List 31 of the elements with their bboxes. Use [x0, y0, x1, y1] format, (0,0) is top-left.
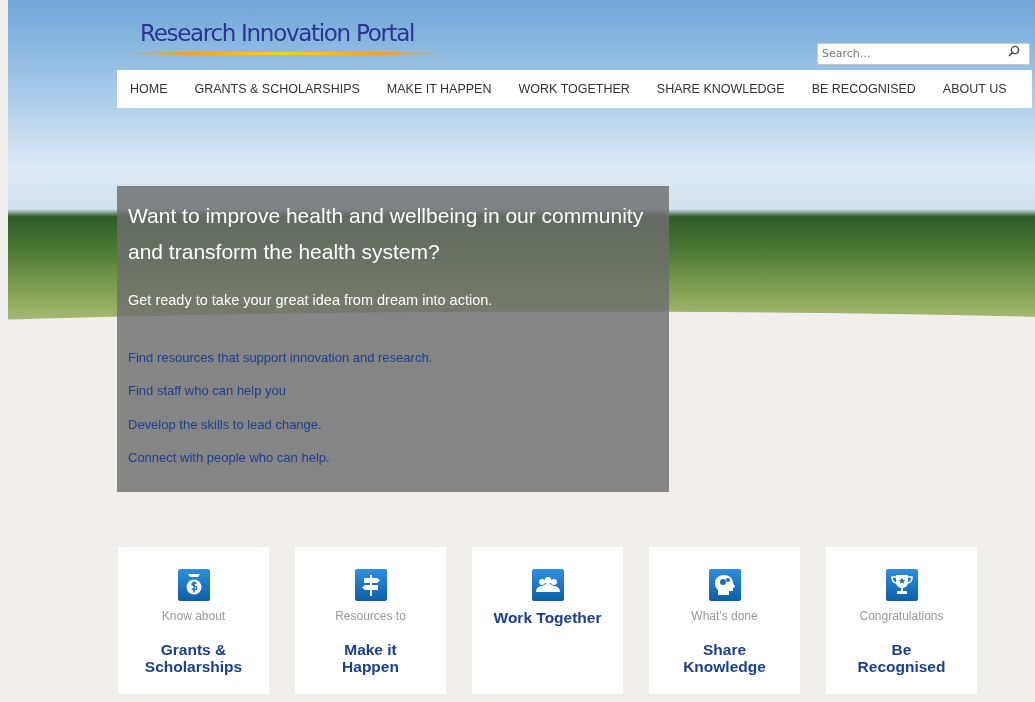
tile-card[interactable]: Know about Grants & Scholarships: [118, 547, 269, 694]
trophy-icon: [885, 569, 918, 601]
nav-link[interactable]: WORK TOGETHER: [518, 79, 630, 99]
people-icon: [531, 569, 564, 601]
tile-title: Be Recognised: [856, 641, 947, 675]
tile-card[interactable]: What's done Share Knowledge: [649, 547, 800, 694]
tile-title: Make it Happen: [341, 641, 400, 675]
nav-link[interactable]: GRANTS & SCHOLARSHIPS: [194, 79, 360, 99]
tile-caption: Resources to: [335, 608, 406, 625]
tile-title: Work Together: [492, 609, 603, 626]
nav-link[interactable]: ABOUT US: [942, 79, 1007, 99]
tile-card[interactable]: Congratulations Be Recognised: [826, 547, 977, 694]
search-field[interactable]: Search...: [817, 42, 1030, 65]
tile-title: Grants & Scholarships: [143, 641, 244, 675]
tile-caption: Know about: [161, 608, 226, 625]
signpost-icon: [354, 569, 387, 601]
tile-card[interactable]: Work Together: [472, 547, 623, 694]
nav-link[interactable]: SHARE KNOWLEDGE: [656, 79, 785, 99]
nav-link[interactable]: MAKE IT HAPPEN: [386, 79, 492, 99]
tile-caption: What's done: [691, 608, 758, 625]
search-icon[interactable]: [1008, 45, 1020, 57]
hero-heading: Want to improve health and wellbeing in our community and transform the health system?: [128, 203, 645, 265]
nav-link[interactable]: HOME: [130, 79, 168, 99]
tile-card[interactable]: Resources to Make it Happen: [295, 547, 446, 694]
head-gears-icon: [708, 569, 741, 601]
tile-caption: Congratulations: [859, 608, 944, 625]
money-bag-icon: [177, 569, 210, 601]
nav-link[interactable]: BE RECOGNISED: [811, 79, 916, 99]
tile-title: Share Knowledge: [682, 641, 767, 675]
logo-title[interactable]: Research Innovation Portal: [140, 22, 1035, 45]
hero-subtitle: Get ready to take your great idea from dream into action.: [128, 291, 494, 310]
